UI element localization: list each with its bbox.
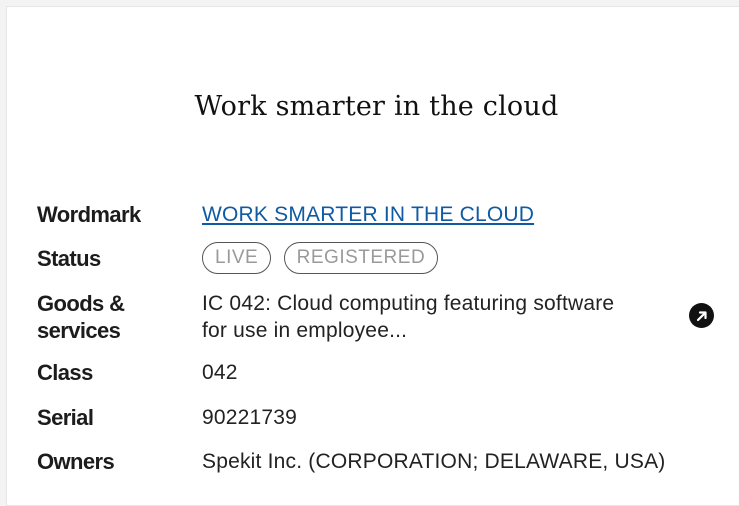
- status-badge-registered: REGISTERED: [283, 242, 439, 274]
- serial-value: 90221739: [202, 406, 298, 429]
- external-link-icon: [696, 310, 707, 321]
- class-value: 042: [202, 361, 238, 384]
- goods-services-value: IC 042: Cloud computing featuring softwa…: [202, 290, 614, 344]
- row-class: Class 042: [37, 359, 238, 386]
- row-status: Status LIVE REGISTERED: [37, 242, 446, 276]
- goods-label-line1: Goods &: [37, 291, 125, 316]
- wordmark-label: Wordmark: [37, 202, 141, 227]
- owners-label: Owners: [37, 449, 115, 474]
- serial-label: Serial: [37, 405, 94, 430]
- external-link-button[interactable]: [689, 303, 714, 328]
- owners-value: Spekit Inc. (CORPORATION; DELAWARE, USA): [202, 450, 666, 473]
- row-serial: Serial 90221739: [37, 404, 297, 431]
- wordmark-link[interactable]: WORK SMARTER IN THE CLOUD: [202, 201, 534, 228]
- row-wordmark: Wordmark WORK SMARTER IN THE CLOUD: [37, 201, 534, 228]
- status-label: Status: [37, 246, 101, 271]
- goods-label-line2: services: [37, 318, 121, 343]
- mark-image-text: Work smarter in the cloud: [194, 91, 559, 122]
- row-owners: Owners Spekit Inc. (CORPORATION; DELAWAR…: [37, 448, 665, 475]
- goods-services-label: Goods & services: [37, 290, 202, 344]
- trademark-card: Work smarter in the cloud Wordmark WORK …: [6, 6, 739, 506]
- goods-value-line2: for use in employee...: [202, 319, 408, 342]
- goods-value-line1: IC 042: Cloud computing featuring softwa…: [202, 292, 615, 315]
- row-goods-services: Goods & services IC 042: Cloud computing…: [37, 290, 614, 344]
- class-label: Class: [37, 360, 93, 385]
- status-badge-live: LIVE: [202, 242, 272, 274]
